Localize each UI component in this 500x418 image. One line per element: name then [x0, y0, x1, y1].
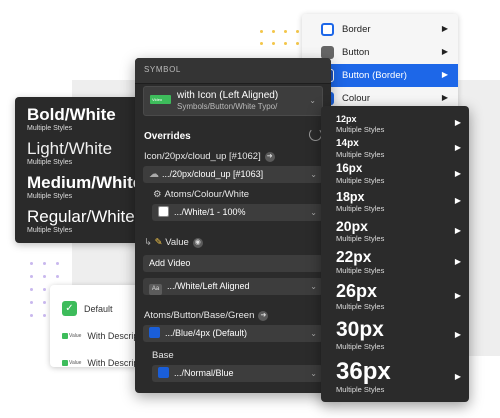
text-style-sub: Multiple Styles	[27, 159, 73, 166]
text-style-item[interactable]: Bold/White Multiple Styles	[27, 105, 141, 139]
checkbox-checked-icon[interactable]: ✓	[62, 301, 77, 316]
text-style-icon: Aa	[149, 284, 162, 295]
chevron-down-icon: ⌄	[310, 329, 317, 338]
checkbox-label: Default	[84, 303, 113, 314]
gear-icon: ⚙	[153, 189, 162, 200]
panel-header: SYMBOL	[135, 58, 331, 84]
symbol-path: Symbols/Button/White Typo/	[177, 102, 278, 111]
size-menu-item[interactable]: 18px Multiple Styles ▶	[336, 190, 469, 218]
chevron-down-icon: ⌄	[310, 170, 317, 179]
submenu-arrow-icon: ▶	[454, 372, 461, 381]
text-style-name: Regular/White	[27, 207, 135, 226]
submenu-arrow-icon: ▶	[441, 24, 448, 33]
icon-override-select[interactable]: ☁ .../20px/cloud_up [#1063] ⌄	[143, 166, 323, 183]
go-to-symbol-icon[interactable]: ➜	[258, 311, 269, 321]
checkbox-description-row[interactable]: Value With Description	[62, 349, 146, 367]
size-menu-item[interactable]: 22px Multiple Styles ▶	[336, 249, 469, 281]
submenu-arrow-icon: ▶	[454, 257, 461, 266]
base-label: Base	[152, 350, 174, 361]
border-icon	[321, 23, 334, 36]
size-menu-item[interactable]: 36px Multiple Styles ▶	[336, 358, 469, 398]
value-text-input[interactable]: Add Video	[143, 255, 323, 272]
text-style-item[interactable]: Medium/White Multiple Styles	[27, 173, 141, 207]
text-styles-panel: Bold/White Multiple Styles Light/White M…	[15, 97, 141, 243]
base-select[interactable]: .../Normal/Blue ⌄	[152, 365, 323, 382]
chevron-down-icon: ⌄	[309, 96, 316, 105]
checkbox-default-row[interactable]: ✓ Default	[62, 295, 146, 322]
chevron-down-icon: ⌄	[310, 282, 317, 291]
go-to-symbol-icon[interactable]: ➜	[264, 152, 275, 162]
value-override-label: ↳ ✎ Value ◉	[144, 237, 203, 248]
submenu-arrow-icon: ▶	[441, 93, 448, 102]
text-style-name: Bold/White	[27, 105, 116, 124]
submenu-arrow-icon: ▶	[454, 169, 461, 178]
checkbox-card: ✓ Default Value With Description Value W…	[50, 285, 146, 367]
text-style-sub: Multiple Styles	[27, 227, 73, 234]
size-menu-item[interactable]: 14px Multiple Styles ▶	[336, 138, 469, 163]
submenu-arrow-icon: ▶	[454, 143, 461, 152]
colour-override-label: ⚙ Atoms/Colour/White	[153, 189, 250, 200]
menu-item-border[interactable]: Border ▶	[302, 18, 458, 41]
cloud-upload-icon: ☁	[149, 169, 159, 180]
symbol-title: with Icon (Left Aligned)	[177, 90, 279, 101]
info-icon: ◉	[192, 238, 203, 248]
value-chip: Value	[62, 332, 81, 339]
overrides-heading: Overrides	[144, 131, 191, 142]
text-style-sub: Multiple Styles	[27, 125, 73, 132]
base-override-label: Atoms/Button/Base/Green ➜	[144, 310, 269, 321]
submenu-arrow-icon: ▶	[454, 196, 461, 205]
chevron-down-icon: ⌄	[310, 369, 317, 378]
text-style-sub: Multiple Styles	[27, 193, 73, 200]
symbol-thumbnail: Video	[150, 95, 171, 104]
submenu-arrow-icon: ▶	[441, 70, 448, 79]
text-style-item[interactable]: Light/White Multiple Styles	[27, 139, 141, 173]
size-menu-item[interactable]: 26px Multiple Styles ▶	[336, 281, 469, 318]
symbol-inspector-panel: SYMBOL Video with Icon (Left Aligned) Sy…	[135, 58, 331, 393]
text-style-name: Light/White	[27, 139, 113, 158]
checkbox-description-row[interactable]: Value With Description	[62, 322, 146, 349]
size-menu-item[interactable]: 20px Multiple Styles ▶	[336, 218, 469, 249]
colour-override-select[interactable]: .../White/1 - 100% ⌄	[152, 204, 323, 221]
pencil-icon: ✎	[154, 237, 163, 248]
submenu-arrow-icon: ▶	[454, 291, 461, 300]
submenu-arrow-icon: ▶	[454, 226, 461, 235]
chevron-down-icon: ⌄	[310, 208, 317, 217]
text-style-item[interactable]: Regular/White Multiple Styles	[27, 207, 141, 241]
size-menu-item[interactable]: 30px Multiple Styles ▶	[336, 318, 469, 358]
submenu-arrow-icon: ▶	[441, 47, 448, 56]
icon-override-label: Icon/20px/cloud_up [#1062] ➜	[144, 151, 275, 162]
submenu-arrow-icon: ▶	[454, 118, 461, 127]
size-menu-item[interactable]: 12px Multiple Styles ▶	[336, 114, 469, 138]
font-size-menu: 12px Multiple Styles ▶ 14px Multiple Sty…	[321, 106, 469, 402]
white-swatch-icon	[158, 206, 169, 217]
dot-grid-yellow	[260, 30, 299, 45]
text-style-name: Medium/White	[27, 173, 141, 192]
text-style-select[interactable]: Aa .../White/Left Aligned ⌄	[143, 278, 323, 295]
nested-arrow-icon: ↳	[144, 237, 152, 248]
submenu-arrow-icon: ▶	[454, 330, 461, 339]
base-override-select[interactable]: .../Blue/4px (Default) ⌄	[143, 325, 323, 342]
value-chip: Value	[62, 359, 81, 366]
blue-swatch-icon	[149, 327, 160, 338]
blue-swatch-icon	[158, 367, 169, 378]
symbol-selector[interactable]: Video with Icon (Left Aligned) Symbols/B…	[143, 86, 323, 116]
size-menu-item[interactable]: 16px Multiple Styles ▶	[336, 163, 469, 190]
